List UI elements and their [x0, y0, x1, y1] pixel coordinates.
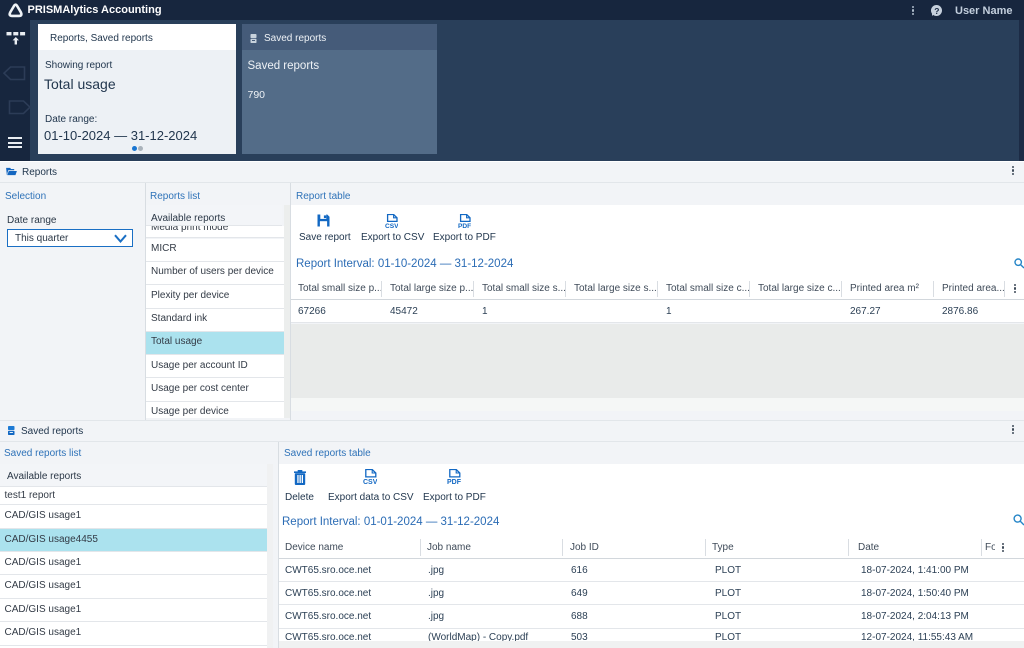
- svg-text:CSV: CSV: [363, 479, 377, 485]
- svg-text:CSV: CSV: [385, 223, 398, 229]
- svg-text:PDF: PDF: [447, 479, 461, 485]
- svg-text:PDF: PDF: [458, 223, 471, 229]
